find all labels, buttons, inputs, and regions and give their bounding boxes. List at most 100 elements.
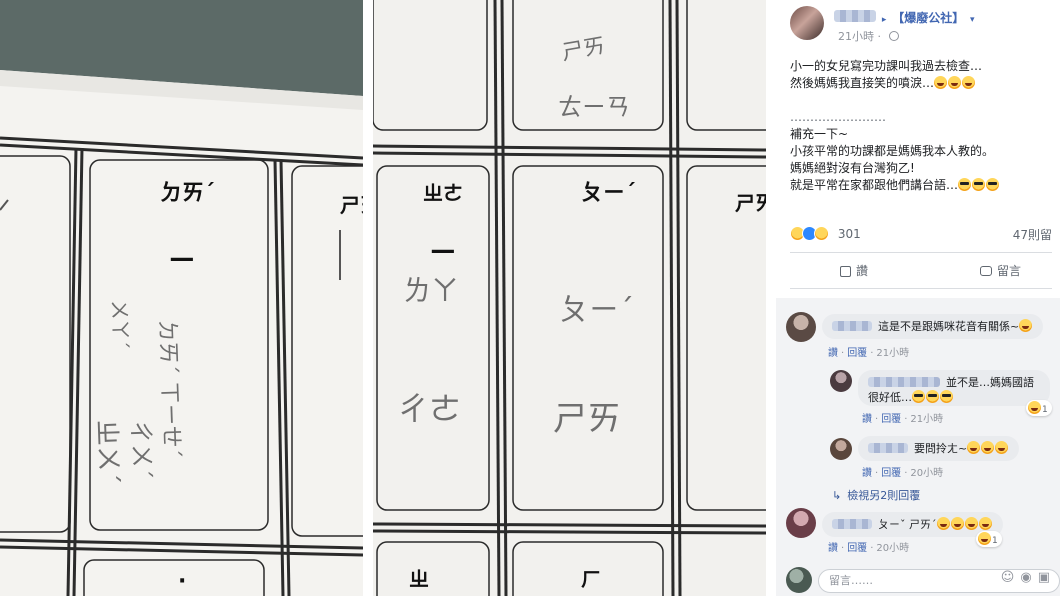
- reply-bubble: 要問拎ㄤ~: [858, 436, 1020, 461]
- laugh-emoji-icon: [964, 517, 978, 530]
- printed-symbol-pi: ㄆㄧˊ: [581, 181, 636, 206]
- worksheet-image-middle: ㄓㄜ ㄆㄧˊ ㄕㄞ ㄧ ㄓ ㄏ ㄕㄞ ㄊㄧㄢ ㄌㄚ ㄔㄜ ㄆㄧˊ ㄕㄞ: [373, 0, 766, 596]
- comment-reply-link[interactable]: 回覆: [847, 348, 867, 359]
- post-body: 小一的女兒寫完功課叫我過去檢查… 然後媽媽我直接笑的噴淚… …………………… 補…: [790, 58, 1054, 194]
- comment-count[interactable]: 47則留: [1013, 226, 1052, 243]
- handwriting-main-1: ㄉㄞˊ ㄒㄧㄝˊ: [154, 319, 184, 459]
- comment-like-link[interactable]: 讚: [828, 348, 838, 359]
- handwriting-right-2: ㄕㄞ: [553, 399, 621, 439]
- facebook-post-panel: ▸ 【爆廢公社】 ▾ 21小時 · 小一的女兒寫完功課叫我過去檢查… 然後媽媽我…: [776, 0, 1060, 596]
- laugh-emoji-icon: [967, 441, 981, 454]
- commenter-avatar[interactable]: [786, 508, 816, 538]
- author-name-blurred[interactable]: [834, 10, 876, 22]
- post-meta: 21小時 ·: [838, 28, 899, 44]
- reply-meta: 讚 · 回覆 · 21小時: [862, 414, 944, 425]
- printed-symbol-zhe: ㄓㄜ: [423, 181, 463, 205]
- homework-photo-left[interactable]: ㄉㄞˊ ㄕㄞ ㄧ · ㄉㄞˊ ㄒㄧㄝˊ ㄔㄨˊ ㄨㄚˊ ㄓㄨˊ: [0, 0, 363, 596]
- replier-avatar[interactable]: [830, 370, 852, 392]
- view-more-replies-link[interactable]: ↳ 檢視另2則回覆: [832, 487, 920, 503]
- laugh-emoji-icon: [948, 76, 962, 89]
- current-user-avatar: [786, 567, 812, 593]
- reply-reply-link[interactable]: 回覆: [881, 414, 901, 425]
- thumbs-up-icon: [840, 266, 851, 277]
- reaction-badge[interactable]: 1: [976, 531, 1002, 547]
- printed-symbol-shai: ㄕㄞ: [735, 191, 766, 215]
- worksheet-image-left: ㄉㄞˊ ㄕㄞ ㄧ · ㄉㄞˊ ㄒㄧㄝˊ ㄔㄨˊ ㄨㄚˊ ㄓㄨˊ: [0, 0, 363, 596]
- printed-bottom-symbol-left: ㄓ: [409, 567, 429, 591]
- post-line-8: 就是平常在家都跟他們講台語…: [790, 177, 1054, 194]
- author-avatar[interactable]: [790, 6, 824, 40]
- printed-bottom-symbol-right: ㄏ: [581, 567, 601, 591]
- cool-emoji-icon: [926, 390, 939, 403]
- handwriting-left-2: ㄔㄜ: [397, 390, 461, 428]
- handwriting-right-1: ㄆㄧˊ: [559, 293, 634, 328]
- author-name-row: ▸ 【爆廢公社】 ▾: [834, 9, 977, 26]
- comment-bubble: 這是不是跟媽咪花音有關係~: [822, 314, 1044, 339]
- comment-bubble-icon: [980, 266, 992, 276]
- laugh-emoji-icon: [962, 76, 976, 89]
- post-time[interactable]: 21小時: [838, 30, 874, 43]
- comment-bubble: ㄆㄧˇ ㄕㄞˊ: [822, 512, 1003, 537]
- caret-right-icon: ▸: [881, 15, 887, 25]
- replier-avatar[interactable]: [830, 438, 852, 460]
- composer-icons: ☺◉▣: [1001, 570, 1056, 585]
- photo-separator: [363, 0, 373, 596]
- page-name-link[interactable]: 【爆廢公社】: [892, 11, 964, 25]
- like-button[interactable]: 讚: [840, 262, 868, 279]
- reply-arrow-icon: ↳: [832, 489, 842, 502]
- camera-icon[interactable]: ◉: [1020, 570, 1037, 585]
- cool-emoji-icon: [912, 390, 925, 403]
- post-line-2: 然後媽媽我直接笑的噴淚…: [790, 75, 1054, 92]
- laugh-emoji-icon: [950, 517, 964, 530]
- comments-section: 這是不是跟媽咪花音有關係~ 讚 · 回覆 · 21小時 並不是…媽媽國語 很好低… 1 …: [776, 298, 1060, 566]
- post-line-4: ……………………: [790, 110, 886, 124]
- replier-name-blurred[interactable]: [868, 377, 940, 387]
- commenter-name-blurred[interactable]: [832, 321, 872, 331]
- comment-meta: 讚 · 回覆 · 21小時: [828, 348, 910, 359]
- reaction-count[interactable]: 301: [838, 227, 861, 241]
- cool-emoji-icon: [958, 178, 972, 191]
- reply-meta: 讚 · 回覆 · 20小時: [862, 468, 944, 479]
- reply-like-link[interactable]: 讚: [862, 468, 872, 479]
- reactions-bar[interactable]: 301 47則留: [790, 226, 1052, 244]
- post-line-7: 媽媽絕對沒有台灣狗乙!: [790, 161, 915, 175]
- gif-icon[interactable]: ▣: [1038, 570, 1056, 585]
- laugh-emoji-icon: [1019, 319, 1033, 332]
- post-header: ▸ 【爆廢公社】 ▾ 21小時 ·: [790, 6, 1060, 46]
- comment-button[interactable]: 留言: [980, 262, 1021, 279]
- caret-down-icon[interactable]: ▾: [970, 15, 975, 25]
- commenter-avatar[interactable]: [786, 312, 816, 342]
- reply-bubble: 並不是…媽媽國語 很好低…: [858, 370, 1050, 406]
- globe-icon: [888, 31, 899, 41]
- handwriting-side-1: ㄨㄚˊ: [107, 299, 133, 350]
- handwriting-main-2: ㄔㄨˊ: [126, 419, 156, 480]
- wow-reaction-icon: [814, 226, 829, 241]
- cool-emoji-icon: [940, 390, 953, 403]
- commenter-name-blurred[interactable]: [832, 519, 872, 529]
- printed-symbol-top-right: ㄕㄞ: [340, 193, 363, 217]
- printed-symbol-top-left: ㄉㄞˊ: [160, 181, 215, 206]
- divider: [790, 252, 1052, 253]
- comment-reply-link[interactable]: 回覆: [847, 543, 867, 554]
- post-line-6: 小孩平常的功課都是媽媽我本人教的。: [790, 144, 995, 158]
- laugh-emoji-icon: [995, 441, 1009, 454]
- printed-bottom-symbol: ·: [178, 569, 186, 594]
- laugh-emoji-icon: [934, 76, 948, 89]
- replier-name-blurred[interactable]: [868, 443, 908, 453]
- comment-composer: 留言…… ☺◉▣: [776, 566, 1060, 596]
- laugh-emoji-icon: [978, 517, 992, 530]
- handwriting-upper-2: ㄊㄧㄢ: [558, 93, 630, 121]
- reaction-badge[interactable]: 1: [1026, 400, 1052, 416]
- post-actions: 讚 留言: [790, 258, 1052, 286]
- homework-photo-middle[interactable]: ㄓㄜ ㄆㄧˊ ㄕㄞ ㄧ ㄓ ㄏ ㄕㄞ ㄊㄧㄢ ㄌㄚ ㄔㄜ ㄆㄧˊ ㄕㄞ: [373, 0, 766, 596]
- reply-like-link[interactable]: 讚: [862, 414, 872, 425]
- laugh-emoji-icon: [981, 441, 995, 454]
- post-line-1: 小一的女兒寫完功課叫我過去檢查…: [790, 59, 983, 73]
- post-line-5: 補充一下~: [790, 127, 849, 141]
- handwriting-side-2: ㄓㄨˊ: [91, 419, 123, 485]
- laugh-emoji-icon: [1028, 401, 1041, 414]
- comment-like-link[interactable]: 讚: [828, 543, 838, 554]
- emoji-icon[interactable]: ☺: [1001, 570, 1021, 585]
- cool-emoji-icon: [972, 178, 986, 191]
- reply-reply-link[interactable]: 回覆: [881, 468, 901, 479]
